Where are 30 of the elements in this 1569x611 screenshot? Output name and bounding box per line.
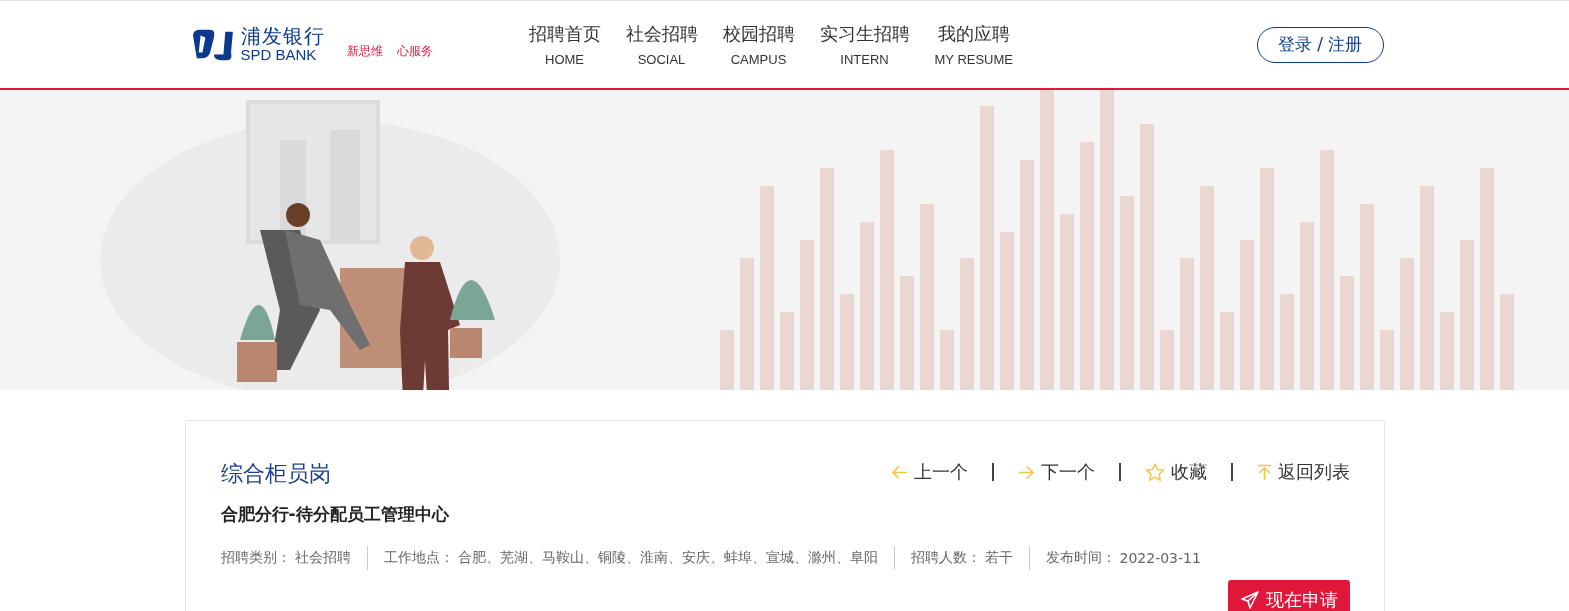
department-name: 合肥分行-待分配员工管理中心 <box>220 503 450 526</box>
star-icon <box>1144 462 1165 482</box>
paper-plane-icon <box>1239 590 1260 610</box>
nav-link[interactable]: 实习生招聘 INTERN <box>819 22 910 67</box>
nav-link[interactable]: 我的应聘 MY RESUME <box>934 22 1013 67</box>
arrow-left-icon <box>890 464 908 480</box>
meta-label: 发布时间： <box>1045 549 1116 567</box>
job-title: 综合柜员岗 <box>220 460 331 488</box>
bank-name-english: SPD BANK <box>240 47 318 63</box>
meta-value: 若干 <box>984 549 1013 567</box>
apply-button[interactable]: 现在申请 <box>1227 580 1350 611</box>
nav-link[interactable]: 招聘首页 HOME <box>528 22 601 67</box>
favorite-link[interactable]: 收藏 <box>1144 460 1207 484</box>
meta-value: 合肥、芜湖、马鞍山、铜陵、淮南、安庆、蚌埠、宣城、滁州、阜阳 <box>457 549 878 567</box>
back-to-list-link[interactable]: 返回列表 <box>1256 460 1350 484</box>
nav-link[interactable]: 社会招聘 SOCIAL <box>625 22 698 67</box>
meta-label: 招聘类别： <box>220 549 291 567</box>
slogan-text: 新思维 <box>346 43 383 60</box>
login-button[interactable]: 登录 / 注册 <box>1256 26 1384 63</box>
next-link[interactable]: 下一个 <box>1017 460 1095 484</box>
meta-label: 招聘人数： <box>910 549 981 567</box>
meta-value: 社会招聘 <box>294 549 351 567</box>
previous-link[interactable]: 上一个 <box>890 460 968 484</box>
nav-link[interactable]: 校园招聘 CAMPUS <box>722 22 795 67</box>
bank-name: 浦发银行 <box>240 26 325 48</box>
arrow-right-icon <box>1017 464 1035 480</box>
meta-value: 2022-03-11 <box>1119 550 1201 566</box>
slogan-text: 心服务 <box>396 43 433 60</box>
meta-label: 工作地点： <box>383 549 454 567</box>
arrow-up-icon <box>1256 463 1272 481</box>
